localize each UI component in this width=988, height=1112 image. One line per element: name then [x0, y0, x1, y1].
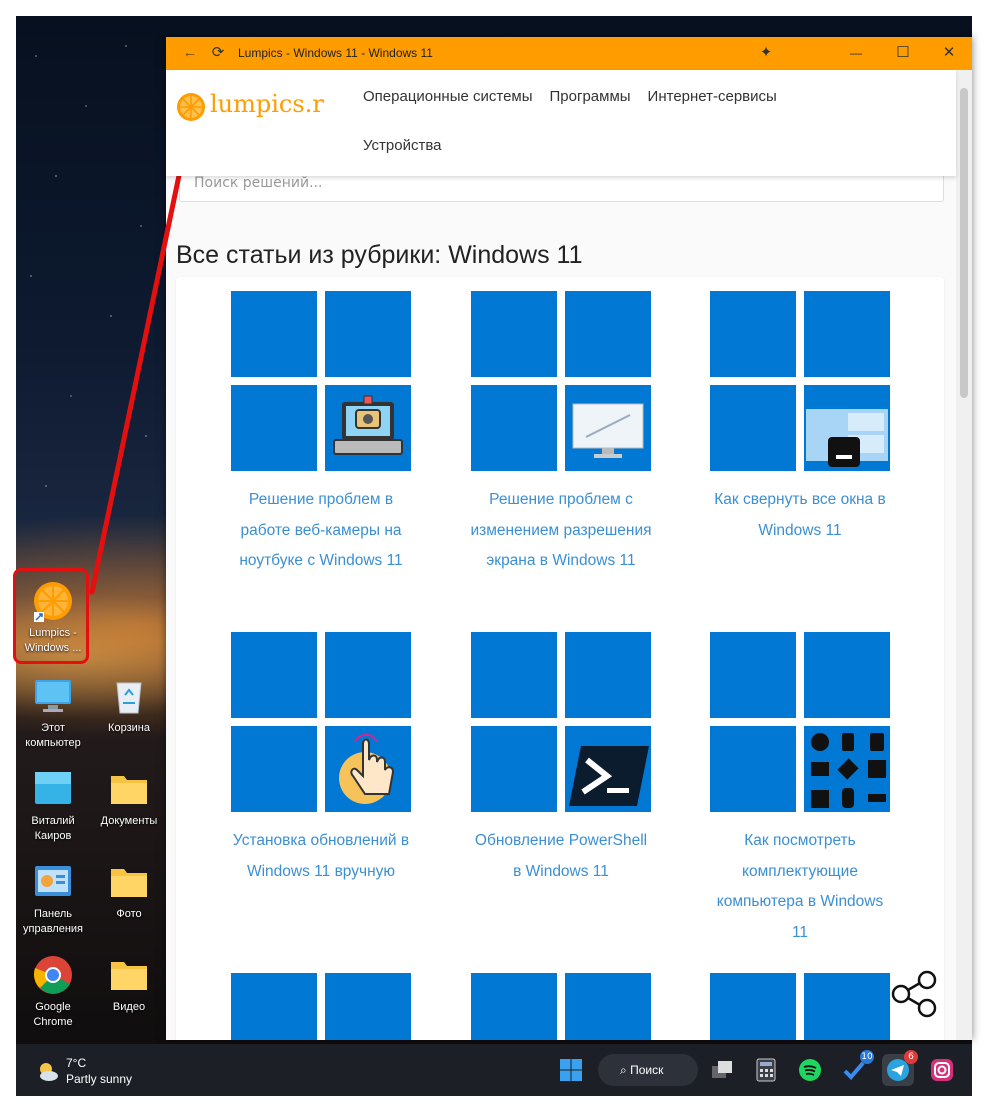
- todo-button[interactable]: 10: [838, 1050, 874, 1086]
- weather-temp: 7°C: [66, 1056, 87, 1070]
- taskbar-search[interactable]: ⌕ Поиск: [598, 1054, 698, 1086]
- site-header: lumpics.r Операционные системы Программы И…: [166, 70, 956, 176]
- weather-desc: Partly sunny: [66, 1072, 133, 1086]
- search-icon: ⌕: [620, 1063, 627, 1077]
- partly-sunny-icon: [40, 1063, 58, 1081]
- calculator-icon: [756, 1058, 776, 1082]
- spotify-icon: [799, 1059, 821, 1081]
- start-button[interactable]: [555, 1054, 587, 1086]
- taskbar-search-label: Поиск: [630, 1063, 664, 1077]
- taskbar: 7°C Partly sunny ⌕ Поиск 10 6: [16, 1044, 972, 1096]
- instagram-icon: [931, 1059, 953, 1081]
- nav-item-internet-services[interactable]: Интернет-сервисы: [648, 88, 777, 105]
- notification-badge: 6: [904, 1050, 918, 1064]
- logo-text: lumpics.r: [210, 90, 324, 118]
- instagram-button[interactable]: [926, 1054, 958, 1086]
- telegram-button[interactable]: 6: [882, 1050, 918, 1086]
- nav-item-devices[interactable]: Устройства: [363, 137, 441, 154]
- nav-item-programs[interactable]: Программы: [550, 88, 631, 105]
- orange-logo-icon: [177, 93, 205, 121]
- task-view-icon: [712, 1061, 732, 1078]
- main-nav: Операционные системы Программы Интернет-се…: [363, 88, 863, 186]
- calculator-button[interactable]: [750, 1054, 782, 1086]
- windows-logo-icon: [560, 1059, 582, 1081]
- task-view-button[interactable]: [706, 1054, 738, 1086]
- spotify-button[interactable]: [794, 1054, 826, 1086]
- nav-item-os[interactable]: Операционные системы: [363, 88, 533, 105]
- notification-badge: 10: [860, 1050, 874, 1064]
